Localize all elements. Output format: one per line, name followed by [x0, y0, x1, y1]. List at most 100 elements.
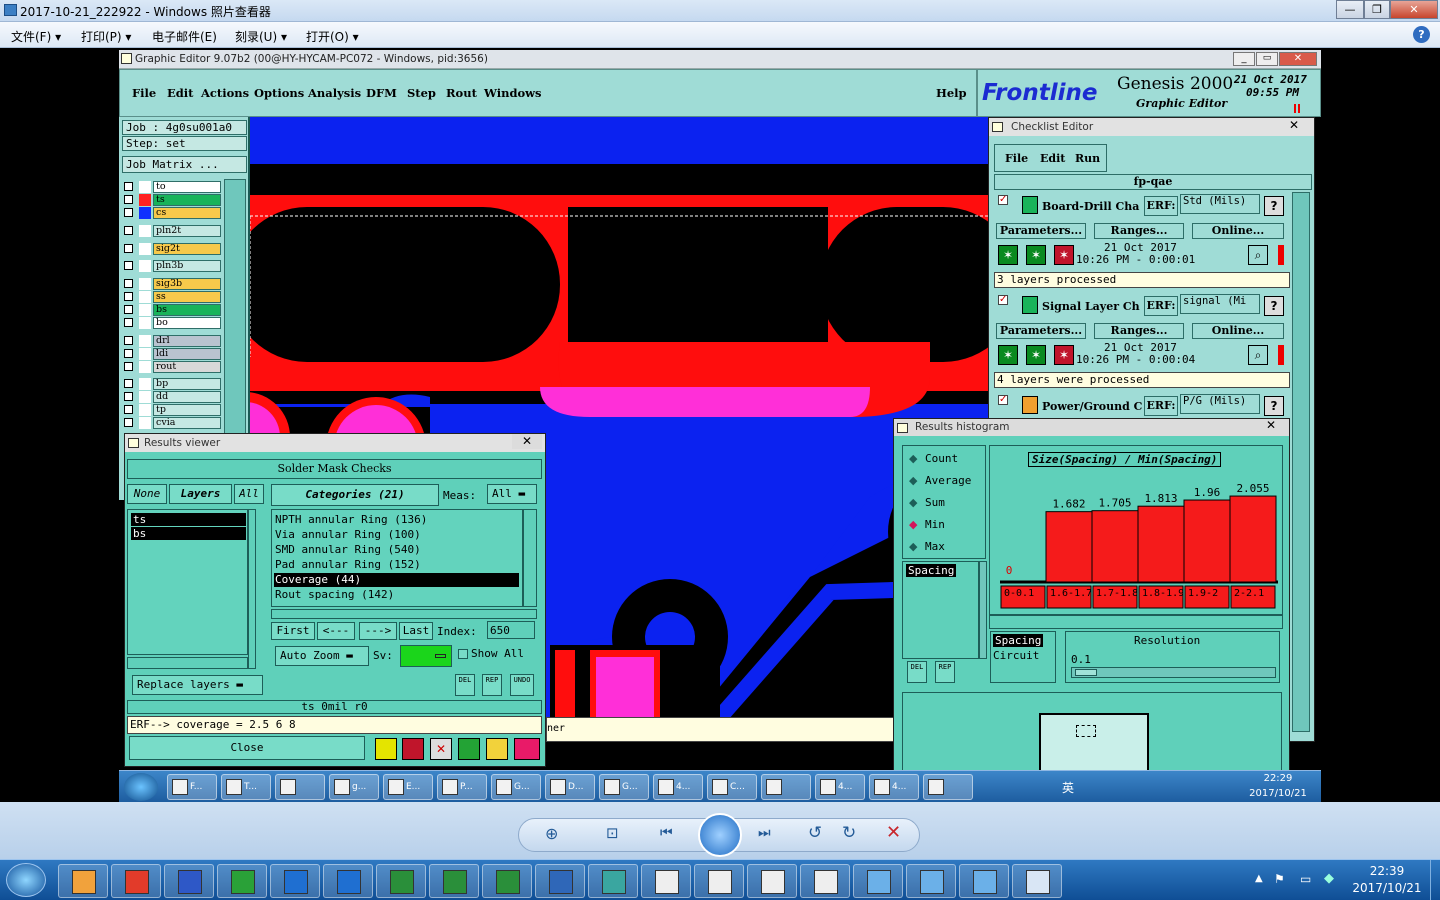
taskbar-app-button[interactable]	[270, 864, 320, 898]
taskbar-app-button[interactable]	[853, 864, 903, 898]
histogram-del-button[interactable]: DEL	[907, 661, 927, 683]
replace-layers-dropdown[interactable]: Replace layers ▬	[132, 675, 263, 695]
help-button[interactable]: ?	[1264, 196, 1284, 216]
meas-dropdown[interactable]: All ▬	[487, 484, 537, 504]
layer-name[interactable]: drl	[153, 335, 221, 347]
layer-color-swatch[interactable]	[139, 181, 151, 193]
category-item[interactable]: SMD annular Ring (540)	[274, 543, 519, 557]
run-icon[interactable]: ✶	[998, 245, 1018, 265]
layer-row[interactable]: bs	[122, 304, 222, 316]
start-button[interactable]	[6, 863, 46, 897]
categories-hscroll[interactable]	[271, 609, 537, 619]
zoom-icon[interactable]: ⊕	[545, 824, 558, 843]
inner-taskbar-item[interactable]	[761, 774, 811, 800]
resolution-slider[interactable]	[1071, 667, 1276, 678]
layer-checkbox[interactable]	[124, 182, 133, 191]
online-button[interactable]: Online...	[1192, 223, 1284, 239]
ranges-button[interactable]: Ranges...	[1094, 323, 1184, 339]
run-step-icon[interactable]: ✶	[1026, 345, 1046, 365]
layer-name[interactable]: ts	[153, 194, 221, 206]
layer-name[interactable]: ldi	[153, 348, 221, 360]
layers-hscroll[interactable]	[127, 657, 248, 669]
layer-checkbox[interactable]	[124, 279, 133, 288]
layer-row[interactable]: ts	[122, 194, 222, 206]
report-tool-icon[interactable]	[486, 738, 508, 760]
layer-name[interactable]: pln3b	[153, 260, 221, 272]
ranges-button[interactable]: Ranges...	[1094, 223, 1184, 239]
layer-name[interactable]: pln2t	[153, 225, 221, 237]
index-input[interactable]	[487, 621, 535, 639]
list2-item[interactable]: Circuit	[993, 649, 1039, 662]
rv-rep-button[interactable]: REP	[482, 674, 502, 696]
action-name[interactable]: Board-Drill Cha	[1042, 200, 1142, 213]
action-checkbox[interactable]: ✓	[998, 395, 1008, 405]
stop-icon[interactable]: ✶	[1054, 345, 1074, 365]
layer-color-swatch[interactable]	[139, 291, 151, 303]
categories-button[interactable]: Categories (21)	[271, 484, 439, 506]
mode-option-max[interactable]: ◆ Max	[907, 538, 983, 556]
tray-app-icon[interactable]: ◆	[1324, 871, 1334, 886]
category-item[interactable]: Via annular Ring (100)	[274, 528, 519, 542]
inner-taskbar-item[interactable]: 4...	[869, 774, 919, 800]
erf-value[interactable]: P/G (Mils)	[1180, 394, 1260, 414]
histogram-tool-icon[interactable]	[514, 738, 540, 760]
ge-maximize-button[interactable]: ▭	[1256, 52, 1278, 66]
ge-menu-actions[interactable]: Actions	[201, 86, 249, 100]
stop-icon[interactable]: ✶	[1054, 245, 1074, 265]
online-button[interactable]: Online...	[1192, 323, 1284, 339]
layer-row[interactable]: to	[122, 181, 222, 193]
histogram-close-icon[interactable]: ✕	[1266, 418, 1276, 432]
rv-undo-button[interactable]: UNDO	[510, 674, 534, 696]
ge-menu-dfm[interactable]: DFM	[366, 86, 397, 100]
inner-taskbar-item[interactable]: P...	[437, 774, 487, 800]
rotate-ccw-icon[interactable]: ↺	[808, 823, 822, 843]
taskbar-app-button[interactable]	[58, 864, 108, 898]
layer-row[interactable]: bo	[122, 317, 222, 329]
layer-checkbox[interactable]	[124, 379, 133, 388]
layer-checkbox[interactable]	[124, 226, 133, 235]
layers-button[interactable]: Layers	[169, 484, 232, 504]
actual-size-icon[interactable]: ⊡	[606, 824, 619, 842]
checklist-scrollbar[interactable]	[1292, 192, 1310, 732]
histogram-bar[interactable]	[1229, 495, 1277, 583]
taskbar-app-button[interactable]	[588, 864, 638, 898]
sv-color-dropdown[interactable]	[400, 645, 452, 667]
layer-checkbox[interactable]	[124, 336, 133, 345]
layer-name[interactable]: cs	[153, 207, 221, 219]
erf-value[interactable]: Std (Mils)	[1180, 194, 1260, 214]
histogram-bar[interactable]	[1183, 499, 1231, 583]
layer-row[interactable]: ss	[122, 291, 222, 303]
taskbar-app-button[interactable]	[376, 864, 426, 898]
taskbar-app-button[interactable]	[1012, 864, 1062, 898]
layer-checkbox[interactable]	[124, 292, 133, 301]
help-icon[interactable]: ?	[1413, 26, 1430, 43]
taskbar-app-button[interactable]	[959, 864, 1009, 898]
radio-icon[interactable]: ◆	[909, 518, 917, 531]
taskbar-app-button[interactable]	[747, 864, 797, 898]
slideshow-button[interactable]	[698, 813, 742, 857]
layer-checkbox[interactable]	[124, 244, 133, 253]
layer-checkbox[interactable]	[124, 195, 133, 204]
menu-print[interactable]: 打印(P) ▾	[81, 28, 131, 45]
ge-menu-rout[interactable]: Rout	[446, 86, 477, 100]
layer-color-swatch[interactable]	[139, 225, 151, 237]
layers-vscroll[interactable]	[248, 509, 256, 669]
inner-taskbar-item[interactable]: F...	[167, 774, 217, 800]
close-button[interactable]: ✕	[1390, 0, 1438, 19]
layer-checkbox[interactable]	[124, 405, 133, 414]
radio-icon[interactable]: ◆	[909, 540, 917, 553]
radio-icon[interactable]: ◆	[909, 474, 917, 487]
taskbar-app-button[interactable]	[694, 864, 744, 898]
inner-start-button[interactable]	[124, 773, 158, 801]
layer-name[interactable]: to	[153, 181, 221, 193]
layer-name[interactable]: dd	[153, 391, 221, 403]
layer-row[interactable]: sig2t	[122, 243, 222, 255]
layer-color-swatch[interactable]	[139, 207, 151, 219]
menu-file[interactable]: 文件(F) ▾	[11, 28, 61, 45]
ck-menu-file[interactable]: File	[1005, 152, 1028, 165]
prev-button[interactable]: <---	[317, 622, 355, 640]
layer-name[interactable]: tp	[153, 404, 221, 416]
ck-menu-edit[interactable]: Edit	[1040, 152, 1065, 165]
histogram-hscroll[interactable]	[989, 615, 1283, 629]
layer-color-swatch[interactable]	[139, 417, 151, 429]
